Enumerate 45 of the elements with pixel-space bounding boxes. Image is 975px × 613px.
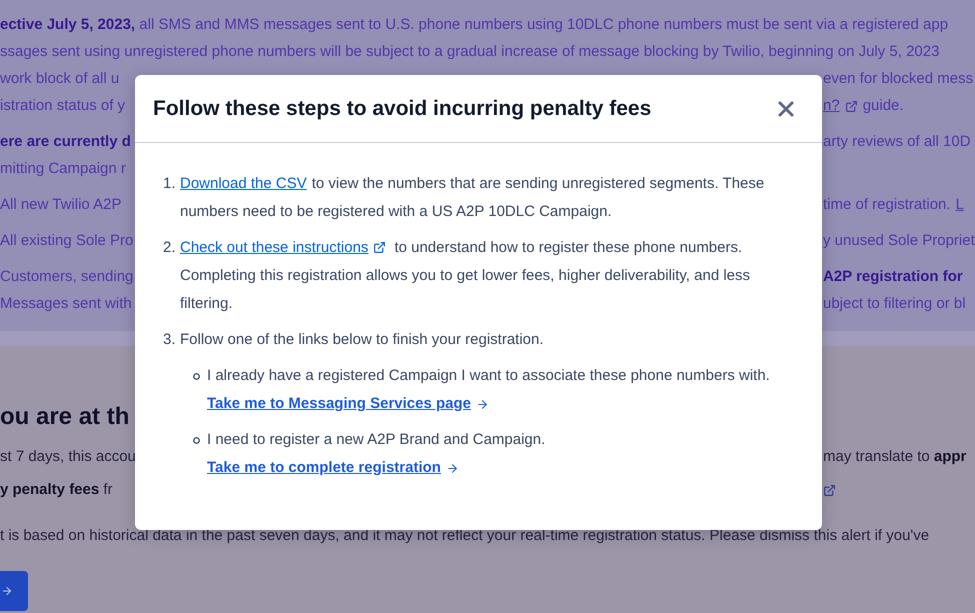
arrow-right-icon <box>446 462 459 474</box>
notice-text: mitting Campaign r <box>0 159 126 180</box>
option-link[interactable]: Take me to complete registration <box>207 454 459 482</box>
step-link[interactable]: Download the CSV <box>180 175 307 192</box>
notice-text: guide. <box>862 96 904 116</box>
notice-text: time of registration. <box>823 195 951 216</box>
bullet-icon <box>193 436 200 444</box>
notice-text: istration status of y <box>0 96 126 116</box>
notice-text: t is based on historical data in the past seven days, and it may not reflect your real-time registration status. Please dismiss this alert if you've <box>0 526 930 546</box>
notice-text: y penalty fees fr <box>0 480 113 500</box>
step-text: Follow one of the links below to finish your registration. <box>180 330 545 350</box>
external-link-icon <box>844 100 858 113</box>
notice-text: arty reviews of all 10D <box>823 132 971 152</box>
step-link[interactable]: Check out these instructions <box>180 239 390 256</box>
step-text: Check out these instructions to understand how to register these phone numbers. Completing this registration allows you to get lower fees, higher deliverability, and less filtering. <box>180 238 752 314</box>
notice-text: Customers, sending <box>0 267 134 288</box>
arrow-right-icon <box>1 585 13 597</box>
section-heading: ou are at th <box>0 402 130 432</box>
notice-text: Messages sent with <box>0 294 132 314</box>
step-number: 3. <box>163 330 177 350</box>
bullet-icon <box>193 372 200 380</box>
notice-text: st 7 days, this accou <box>0 447 136 468</box>
notice-text: ubject to filtering or bl <box>823 294 966 314</box>
notice-text: ssages sent using unregistered phone numbers will be subject to a gradual increase of message blocking by Twilio, beginning on July 5, 2023 <box>0 42 940 62</box>
notice-text: work block of all u <box>0 69 120 90</box>
option-text: I need to register a new A2P Brand and Campaign. <box>207 430 546 450</box>
option-link[interactable]: Take me to Messaging Services page <box>207 390 490 418</box>
notice-text: ere are currently d <box>0 132 131 152</box>
notice-text: even for blocked mess <box>823 69 974 90</box>
next-button[interactable] <box>0 571 28 611</box>
notice-text: A2P registration for <box>823 267 963 288</box>
text-link[interactable]: n? <box>823 95 840 118</box>
step-text: Download the CSV to view the numbers that are sending unregistered segments. These numbers need to be registered with a US A2P 10DLC Campaign. <box>180 174 766 222</box>
step-number: 2. <box>163 238 177 258</box>
notice-text: All existing Sole Pro <box>0 231 134 252</box>
option-text: I already have a registered Campaign I want to associate these phone numbers with. <box>207 366 770 386</box>
text-link[interactable]: L <box>956 194 964 217</box>
notice-text: y unused Sole Propriet <box>823 231 975 252</box>
step-number: 1. <box>163 174 177 194</box>
modal-title: Follow these steps to avoid incurring penalty fees <box>153 96 652 122</box>
external-link-icon <box>823 484 836 497</box>
notice-text: ective July 5, 2023, all SMS and MMS messages sent to U.S. phone numbers using 10DLC phone numbers must be sent via a registered app <box>0 15 948 36</box>
notice-text: All new Twilio A2P <box>0 195 122 216</box>
notice-text: may translate to appr <box>823 447 966 468</box>
arrow-right-icon <box>476 398 490 410</box>
